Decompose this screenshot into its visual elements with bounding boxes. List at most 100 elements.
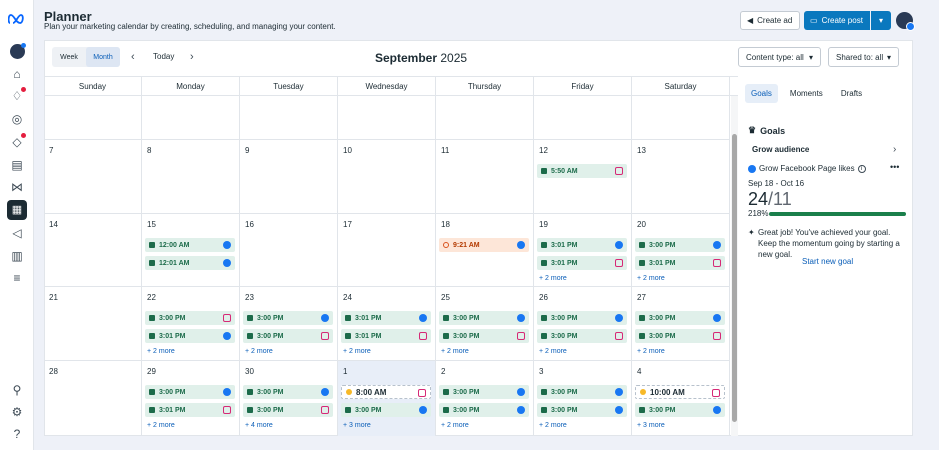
scheduled-post[interactable]: 12:01 AM — [145, 256, 235, 270]
compass-icon[interactable]: ◎ — [9, 111, 25, 127]
scheduled-post[interactable]: 3:00 PM — [243, 403, 333, 417]
calendar-day-cell[interactable]: 18 9:21 AM — [436, 214, 534, 287]
more-options-icon[interactable]: ••• — [890, 162, 899, 172]
tab-drafts[interactable]: Drafts — [835, 84, 868, 103]
more-posts-link[interactable]: + 2 more — [637, 348, 665, 355]
create-post-button[interactable]: ▭ Create post — [804, 11, 870, 30]
more-posts-link[interactable]: + 4 more — [245, 422, 273, 429]
calendar-day-cell[interactable]: 10 — [338, 140, 436, 214]
start-new-goal-link[interactable]: Start new goal — [802, 257, 853, 266]
scheduled-post[interactable]: 3:00 PM — [537, 329, 627, 343]
shared-to-dropdown[interactable]: Shared to: all ▾ — [828, 47, 899, 67]
calendar-day-cell[interactable]: 28 — [44, 361, 142, 436]
help-icon[interactable]: ? — [9, 426, 25, 442]
scheduled-post[interactable]: 8:00 AM — [341, 385, 431, 399]
calendar-day-cell[interactable]: 27 3:00 PM 3:00 PM + 2 more — [632, 287, 730, 361]
scheduled-post[interactable]: 3:01 PM — [635, 256, 725, 270]
scheduled-post[interactable]: 3:01 PM — [537, 256, 627, 270]
chevron-left-icon[interactable]: ‹ — [131, 51, 135, 63]
calendar-day-cell[interactable]: 8 — [142, 140, 240, 214]
calendar-day-cell[interactable] — [240, 96, 338, 140]
chevron-right-icon[interactable]: › — [190, 51, 194, 63]
scheduled-post[interactable]: 3:00 PM — [243, 329, 333, 343]
scheduled-post[interactable]: 3:00 PM — [439, 385, 529, 399]
scheduled-post[interactable]: 3:00 PM — [537, 403, 627, 417]
scheduled-post[interactable]: 3:00 PM — [635, 311, 725, 325]
calendar-day-cell[interactable]: 26 3:00 PM 3:00 PM + 2 more — [534, 287, 632, 361]
megaphone-icon[interactable]: ◁ — [9, 225, 25, 241]
scheduled-post[interactable]: 3:00 PM — [635, 329, 725, 343]
info-icon[interactable]: i — [857, 164, 866, 173]
more-posts-link[interactable]: + 2 more — [539, 422, 567, 429]
scheduled-post[interactable]: 3:00 PM — [341, 403, 431, 417]
more-posts-link[interactable]: + 2 more — [441, 348, 469, 355]
scheduled-post[interactable]: 3:00 PM — [537, 311, 627, 325]
calendar-day-cell[interactable]: 2 3:00 PM 3:00 PM + 2 more — [436, 361, 534, 436]
meta-logo-icon[interactable] — [8, 11, 26, 27]
more-posts-link[interactable]: + 2 more — [343, 348, 371, 355]
calendar-day-cell[interactable] — [534, 96, 632, 140]
scheduled-post[interactable]: 3:00 PM — [243, 385, 333, 399]
calendar-day-cell[interactable]: 4 10:00 AM 3:00 PM + 3 more — [632, 361, 730, 436]
scheduled-post[interactable]: 3:00 PM — [145, 385, 235, 399]
calendar-day-cell[interactable] — [338, 96, 436, 140]
calendar-day-cell[interactable]: 11 — [436, 140, 534, 214]
tab-moments[interactable]: Moments — [784, 84, 829, 103]
search-icon[interactable]: ⚲ — [9, 382, 25, 398]
planner-icon[interactable]: ▦ — [7, 200, 27, 220]
calendar-day-cell[interactable]: 23 3:00 PM 3:00 PM + 2 more — [240, 287, 338, 361]
calendar-day-cell[interactable] — [44, 96, 142, 140]
calendar-day-cell[interactable]: 24 3:01 PM 3:01 PM + 2 more — [338, 287, 436, 361]
account-avatar-icon[interactable] — [9, 42, 26, 59]
week-view-button[interactable]: Week — [52, 47, 86, 67]
scrollbar-thumb[interactable] — [732, 134, 737, 422]
settings-icon[interactable]: ⚙ — [9, 404, 25, 420]
avatar[interactable] — [896, 12, 915, 31]
grow-audience-label[interactable]: Grow audience — [752, 145, 809, 154]
handshake-icon[interactable]: ⋈ — [9, 179, 25, 195]
calendar-day-cell[interactable]: 20 3:00 PM 3:01 PM + 2 more — [632, 214, 730, 287]
calendar-day-cell[interactable]: 15 12:00 AM 12:01 AM — [142, 214, 240, 287]
chevron-right-icon[interactable]: › — [893, 144, 896, 155]
home-icon[interactable]: ⌂ — [9, 66, 25, 82]
calendar-day-cell[interactable] — [142, 96, 240, 140]
calendar-day-cell[interactable]: 30 3:00 PM 3:00 PM + 4 more — [240, 361, 338, 436]
more-posts-link[interactable]: + 2 more — [441, 422, 469, 429]
calendar-day-cell[interactable]: 12 5:50 AM — [534, 140, 632, 214]
more-posts-link[interactable]: + 2 more — [539, 348, 567, 355]
scheduled-post[interactable]: 3:00 PM — [439, 403, 529, 417]
calendar-day-cell[interactable]: 16 — [240, 214, 338, 287]
scheduled-post[interactable]: 3:00 PM — [635, 238, 725, 252]
calendar-day-cell[interactable]: 1 8:00 AM 3:00 PM + 3 more — [338, 361, 436, 436]
calendar-day-cell[interactable]: 17 — [338, 214, 436, 287]
calendar-day-cell[interactable]: 13 — [632, 140, 730, 214]
scheduled-post[interactable]: 5:50 AM — [537, 164, 627, 178]
create-post-dropdown-button[interactable]: ▾ — [871, 11, 891, 30]
calendar-day-cell[interactable]: 14 — [44, 214, 142, 287]
scheduled-post[interactable]: 3:01 PM — [341, 329, 431, 343]
menu-icon[interactable]: ≡ — [9, 270, 25, 286]
calendar-day-cell[interactable]: 21 — [44, 287, 142, 361]
calendar-day-cell[interactable]: 9 — [240, 140, 338, 214]
inbox-icon[interactable]: ▤ — [9, 157, 25, 173]
more-posts-link[interactable]: + 3 more — [343, 422, 371, 429]
scheduled-post[interactable]: 3:01 PM — [145, 403, 235, 417]
more-posts-link[interactable]: + 2 more — [147, 422, 175, 429]
scheduled-post[interactable]: 3:01 PM — [145, 329, 235, 343]
ads-icon[interactable]: ◇ — [9, 133, 26, 150]
calendar-day-cell[interactable]: 29 3:00 PM 3:01 PM + 2 more — [142, 361, 240, 436]
content-type-dropdown[interactable]: Content type: all ▾ — [738, 47, 821, 67]
scheduled-post[interactable]: 3:00 PM — [439, 311, 529, 325]
scheduled-post[interactable]: 3:00 PM — [145, 311, 235, 325]
more-posts-link[interactable]: + 2 more — [147, 348, 175, 355]
more-posts-link[interactable]: + 2 more — [539, 275, 567, 282]
calendar-day-cell[interactable] — [436, 96, 534, 140]
calendar-day-cell[interactable]: 3 3:00 PM 3:00 PM + 2 more — [534, 361, 632, 436]
scheduled-post[interactable]: 3:00 PM — [635, 403, 725, 417]
today-button[interactable]: Today — [153, 52, 174, 61]
more-posts-link[interactable]: + 3 more — [637, 422, 665, 429]
scheduled-post[interactable]: 3:01 PM — [341, 311, 431, 325]
notifications-icon[interactable]: ♢ — [9, 87, 26, 104]
create-ad-button[interactable]: ◀ Create ad — [740, 11, 800, 30]
scheduled-post[interactable]: 3:00 PM — [439, 329, 529, 343]
